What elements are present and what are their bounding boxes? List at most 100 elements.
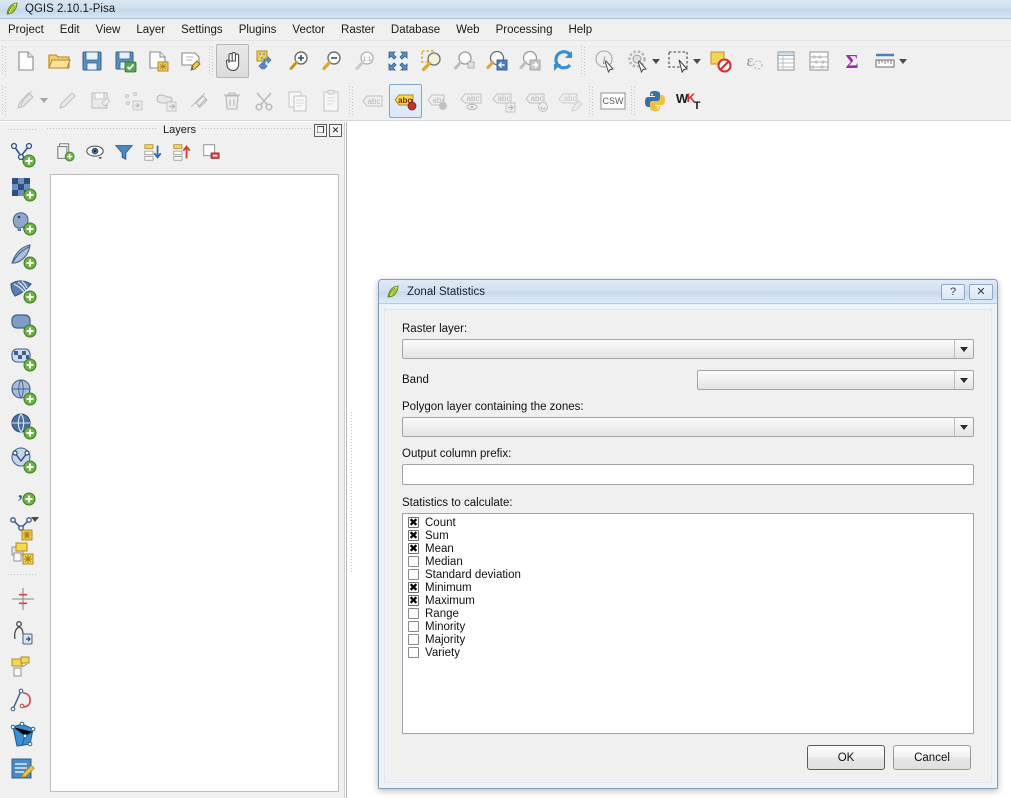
gps-tools-icon[interactable] xyxy=(5,616,41,650)
pan-map-icon[interactable] xyxy=(216,44,249,78)
add-group-icon[interactable] xyxy=(53,140,79,164)
checkbox-sum[interactable]: ✖ xyxy=(408,530,419,541)
add-feature-icon[interactable] xyxy=(116,84,149,118)
statistics-list[interactable]: ✖ Count ✖ Sum ✖ Mean Median Standard dev… xyxy=(402,513,974,734)
menu-web[interactable]: Web xyxy=(448,21,487,39)
statistical-summary-icon[interactable]: Σ xyxy=(835,44,868,78)
delete-selected-icon[interactable] xyxy=(215,84,248,118)
checkbox-standard-deviation[interactable] xyxy=(408,569,419,580)
filter-legend-icon[interactable] xyxy=(111,140,137,164)
node-tool-icon[interactable] xyxy=(182,84,215,118)
list-item[interactable]: Standard deviation xyxy=(404,568,973,581)
pin-labels-icon[interactable]: abc xyxy=(389,83,422,118)
cut-features-icon[interactable] xyxy=(248,84,281,118)
checkbox-majority[interactable] xyxy=(408,634,419,645)
output-column-prefix-input[interactable] xyxy=(402,464,974,485)
add-db2-layer-icon[interactable] xyxy=(5,341,41,375)
chevron-down-icon[interactable] xyxy=(652,58,660,64)
list-item[interactable]: ✖ Minimum xyxy=(404,581,973,594)
move-label-icon[interactable]: abc xyxy=(488,84,521,118)
zoom-full-icon[interactable] xyxy=(381,44,414,78)
add-oracle-layer-icon[interactable] xyxy=(5,307,41,341)
list-item[interactable]: Minority xyxy=(404,620,973,633)
save-project-icon[interactable] xyxy=(75,44,108,78)
menu-processing[interactable]: Processing xyxy=(488,21,561,39)
metasearch-csw-icon[interactable]: CSW xyxy=(596,84,629,118)
chevron-down-icon[interactable] xyxy=(954,418,973,436)
zoom-in-icon[interactable] xyxy=(282,44,315,78)
deselect-features-icon[interactable] xyxy=(703,44,736,78)
rotate-label-icon[interactable]: abc xyxy=(521,84,554,118)
add-spatialite-layer-icon[interactable] xyxy=(5,239,41,273)
raster-editor-icon[interactable] xyxy=(5,752,41,786)
layers-panel-close-button[interactable]: ✕ xyxy=(329,123,342,137)
paste-features-icon[interactable] xyxy=(314,84,347,118)
add-delimited-text-layer-icon[interactable]: , xyxy=(5,477,41,511)
list-item[interactable]: Majority xyxy=(404,633,973,646)
menu-view[interactable]: View xyxy=(88,21,129,39)
list-item[interactable]: ✖ Sum xyxy=(404,529,973,542)
new-memory-layer-icon[interactable] xyxy=(5,536,41,570)
chevron-down-icon[interactable] xyxy=(693,58,701,64)
zoom-last-icon[interactable] xyxy=(480,44,513,78)
show-hide-labels-icon[interactable]: abc xyxy=(455,84,488,118)
menu-database[interactable]: Database xyxy=(383,21,448,39)
pan-map-to-selection-icon[interactable] xyxy=(249,44,282,78)
change-label-icon[interactable]: abc xyxy=(554,84,587,118)
spatial-query-icon[interactable] xyxy=(5,718,41,752)
checkbox-minimum[interactable]: ✖ xyxy=(408,582,419,593)
manage-layer-visibility-icon[interactable] xyxy=(82,140,108,164)
cancel-button[interactable]: Cancel xyxy=(893,745,971,770)
python-console-icon[interactable] xyxy=(638,84,671,118)
band-combo[interactable] xyxy=(697,370,974,390)
list-item[interactable]: Variety xyxy=(404,646,973,659)
select-features-icon[interactable] xyxy=(662,44,695,78)
add-postgis-layer-icon[interactable] xyxy=(5,205,41,239)
raster-layer-combo[interactable] xyxy=(402,339,974,359)
menu-edit[interactable]: Edit xyxy=(52,21,88,39)
list-item[interactable]: ✖ Maximum xyxy=(404,594,973,607)
new-print-composer-icon[interactable] xyxy=(141,44,174,78)
checkbox-maximum[interactable]: ✖ xyxy=(408,595,419,606)
list-item[interactable]: ✖ Mean xyxy=(404,542,973,555)
add-wms-layer-icon[interactable] xyxy=(5,375,41,409)
chevron-down-icon[interactable] xyxy=(40,98,48,103)
save-project-as-icon[interactable] xyxy=(108,44,141,78)
menu-help[interactable]: Help xyxy=(560,21,600,39)
chevron-down-icon[interactable] xyxy=(954,340,973,358)
menu-layer[interactable]: Layer xyxy=(128,21,173,39)
layers-tree[interactable] xyxy=(50,174,339,792)
copy-features-icon[interactable] xyxy=(281,84,314,118)
composer-manager-icon[interactable] xyxy=(174,44,207,78)
checkbox-mean[interactable]: ✖ xyxy=(408,543,419,554)
checkbox-count[interactable]: ✖ xyxy=(408,517,419,528)
checkbox-variety[interactable] xyxy=(408,647,419,658)
add-raster-layer-icon[interactable] xyxy=(5,171,41,205)
add-wfs-layer-icon[interactable] xyxy=(5,443,41,477)
chevron-down-icon[interactable] xyxy=(30,517,39,522)
menu-plugins[interactable]: Plugins xyxy=(231,21,285,39)
ok-button[interactable]: OK xyxy=(807,745,885,770)
zoom-out-icon[interactable] xyxy=(315,44,348,78)
dialog-close-button[interactable]: ✕ xyxy=(969,283,993,300)
open-attribute-table-icon[interactable] xyxy=(769,44,802,78)
field-calculator-icon[interactable] xyxy=(802,44,835,78)
menu-settings[interactable]: Settings xyxy=(173,21,231,39)
topology-checker-icon[interactable] xyxy=(5,684,41,718)
toggle-editing-icon[interactable] xyxy=(50,84,83,118)
menu-raster[interactable]: Raster xyxy=(333,21,383,39)
polygon-layer-combo[interactable] xyxy=(402,417,974,437)
list-item[interactable]: Median xyxy=(404,555,973,568)
zoom-to-selection-icon[interactable] xyxy=(414,44,447,78)
new-project-icon[interactable] xyxy=(9,44,42,78)
highlight-pinned-labels-icon[interactable]: ab xyxy=(422,84,455,118)
zoom-to-layer-icon[interactable] xyxy=(447,44,480,78)
checkbox-minority[interactable] xyxy=(408,621,419,632)
measure-line-icon[interactable] xyxy=(868,44,901,78)
add-mssql-layer-icon[interactable] xyxy=(5,273,41,307)
run-feature-action-icon[interactable] xyxy=(621,44,654,78)
chevron-down-icon[interactable] xyxy=(954,371,973,389)
layers-panel-float-button[interactable]: ❐ xyxy=(314,123,327,137)
expand-all-icon[interactable] xyxy=(140,140,166,164)
checkbox-median[interactable] xyxy=(408,556,419,567)
